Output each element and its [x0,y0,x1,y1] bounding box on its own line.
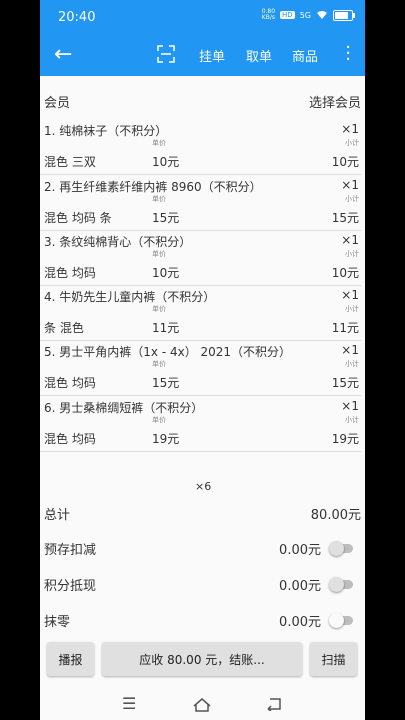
item-name: 6. 男士桑棉绸短裤（不积分） [44,401,204,415]
network-speed: 0.80 KB/s [262,9,275,21]
unit-price-label: 单价 [152,360,166,368]
item-qty: ×1 [341,233,359,247]
item-price: 10元 [152,155,180,169]
pos-screen: 20:40 0.80 KB/s HD 5G ← 挂单 取单 商品 · · · 会员 … [40,0,365,720]
points-toggle[interactable] [329,577,355,592]
net-speed-unit: KB/s [261,14,275,21]
points-label: 积分抵现 [44,579,97,594]
app-toolbar: ← 挂单 取单 商品 · · · [40,34,365,76]
signal-5g-icon: 5G [299,10,311,20]
unit-price-label: 单价 [152,139,166,147]
deposit-toggle[interactable] [329,541,355,556]
action-bar: 播报 应收 80.00 元，结账... 扫描 [40,640,365,680]
unit-price-label: 单价 [152,416,166,424]
round-row: 抹零 0.00元 [40,607,365,635]
home-icon[interactable] [193,697,211,713]
item-subtotal: 15元 [331,376,359,390]
select-member-link[interactable]: 选择会员 [309,92,361,111]
item-spec: 混色 三双 [44,155,96,169]
more-vert-icon[interactable]: · · · [345,39,351,69]
announce-button[interactable]: 播报 [47,642,94,676]
item-qty: ×1 [341,288,359,302]
round-label: 抹零 [44,615,71,630]
menu-icon[interactable]: ☰ [122,694,136,713]
item-subtotal: 19元 [331,432,359,446]
item-qty: ×1 [341,122,359,136]
deposit-row: 预存扣减 0.00元 [40,535,365,563]
points-value: 0.00元 [279,579,321,594]
item-name: 5. 男士平角内裤（1x - 4x） 2021（不积分） [44,345,292,359]
unit-price-label: 单价 [152,195,166,203]
checkout-button[interactable]: 应收 80.00 元，结账... [102,642,302,676]
round-toggle[interactable] [329,613,355,628]
item-qty: ×1 [341,343,359,357]
back-arrow-icon[interactable]: ← [54,42,72,67]
hd-badge: HD [280,11,295,19]
item-count: ×6 [195,480,212,493]
item-spec: 混色 均码 条 [44,211,112,225]
total-row: 总计 80.00元 [40,500,365,528]
item-spec: 混色 均码 [44,432,96,446]
item-spec: 混色 均码 [44,376,96,390]
status-time: 20:40 [58,10,96,25]
item-qty: ×1 [341,178,359,192]
item-price: 11元 [152,321,180,335]
item-name: 2. 再生纤维素纤维内裤 8960（不积分） [44,180,262,194]
cart-item[interactable]: 3. 条纹纯棉背心（不积分） ×1 单价 小计 混色 均码 10元 10元 [40,230,361,286]
item-price: 10元 [152,266,180,280]
item-name: 4. 牛奶先生儿童内裤（不积分） [44,290,216,304]
item-subtotal: 10元 [331,155,359,169]
cart-item[interactable]: 6. 男士桑棉绸短裤（不积分） ×1 单价 小计 混色 均码 19元 19元 [40,396,361,452]
points-row: 积分抵现 0.00元 [40,571,365,599]
total-value: 80.00元 [310,508,361,523]
take-order-button[interactable]: 取单 [246,46,272,65]
status-icons: 0.80 KB/s HD 5G [262,9,355,21]
member-label: 会员 [44,96,71,111]
item-qty: ×1 [341,399,359,413]
hang-order-button[interactable]: 挂单 [199,46,225,65]
item-name: 3. 条纹纯棉背心（不积分） [44,235,192,249]
system-nav-bar: ☰ [40,690,365,720]
status-bar: 20:40 0.80 KB/s HD 5G [40,0,365,34]
deposit-value: 0.00元 [279,543,321,558]
cart-item[interactable]: 4. 牛奶先生儿童内裤（不积分） ×1 单价 小计 条 混色 11元 11元 [40,285,361,341]
cart-item[interactable]: 2. 再生纤维素纤维内裤 8960（不积分） ×1 单价 小计 混色 均码 条 … [40,175,361,231]
subtotal-label: 小计 [345,139,359,147]
item-subtotal: 11元 [331,321,359,335]
item-spec: 混色 均码 [44,266,96,280]
cart-item[interactable]: 5. 男士平角内裤（1x - 4x） 2021（不积分） ×1 单价 小计 混色… [40,340,361,396]
round-value: 0.00元 [279,615,321,630]
item-price: 15元 [152,211,180,225]
subtotal-label: 小计 [345,360,359,368]
item-subtotal: 10元 [331,266,359,280]
cart-item[interactable]: 1. 纯棉袜子（不积分） ×1 单价 小计 混色 三双 10元 10元 [40,119,361,175]
subtotal-label: 小计 [345,305,359,313]
scan-button[interactable]: 扫描 [310,642,357,676]
item-price: 15元 [152,376,180,390]
wifi-icon [317,11,327,19]
subtotal-label: 小计 [345,250,359,258]
total-label: 总计 [44,508,71,523]
deposit-label: 预存扣减 [44,543,97,558]
battery-icon [333,9,355,21]
back-icon[interactable] [266,697,282,711]
subtotal-label: 小计 [345,416,359,424]
unit-price-label: 单价 [152,250,166,258]
item-spec: 条 混色 [44,321,84,335]
products-button[interactable]: 商品 [292,46,318,65]
item-name: 1. 纯棉袜子（不积分） [44,124,168,138]
member-row[interactable]: 会员 选择会员 [40,78,365,122]
subtotal-label: 小计 [345,195,359,203]
item-price: 19元 [152,432,180,446]
unit-price-label: 单价 [152,305,166,313]
item-subtotal: 15元 [331,211,359,225]
scan-icon[interactable] [157,45,175,63]
